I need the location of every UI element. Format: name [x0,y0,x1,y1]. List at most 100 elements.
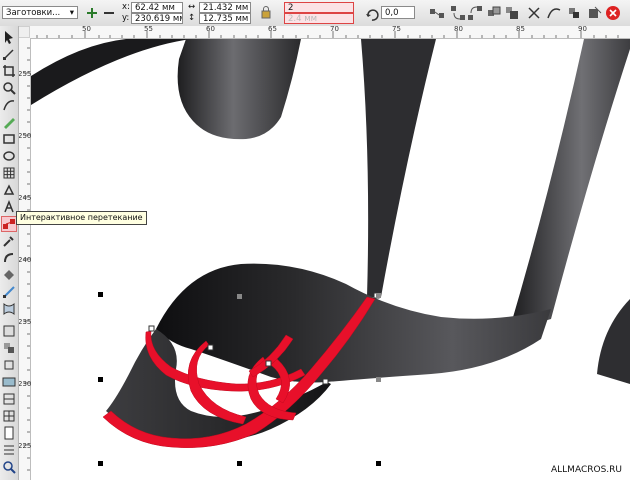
layout-tool-icon[interactable] [2,324,16,338]
interactive-blend-tool-icon[interactable] [1,216,17,232]
selection-handle[interactable] [237,294,242,299]
graph-paper-tool-icon[interactable] [2,166,16,180]
ruler-tick-label: 240 [18,256,32,264]
interactive-fill-tool-icon[interactable] [2,285,16,299]
artwork [31,39,630,466]
ribbon-top-loop [177,39,301,140]
height-icon: ↕ [188,13,196,23]
fill-tool-icon[interactable] [2,268,16,282]
ruler-tick-label: 90 [578,25,587,33]
object-acceleration-icon[interactable] [486,5,502,21]
selection-handle[interactable] [376,293,381,298]
height-value: 12.735 мм [203,14,249,24]
ribbon-far-right [509,39,630,331]
selection-handle[interactable] [98,461,103,466]
smart-fill-tool-icon[interactable] [2,115,16,129]
ruler-tick-label: 60 [206,25,215,33]
height-field[interactable]: 12.735 мм [199,13,251,24]
vertical-ruler[interactable]: 255 250 245 240 235 230 225 [18,38,31,480]
outline-tool-icon[interactable] [2,251,16,265]
y-position-field[interactable]: 230.619 мм [131,13,183,24]
basic-shapes-tool-icon[interactable] [2,183,16,197]
ruler-tick-label: 250 [18,132,32,140]
ruler-tick-label: 255 [18,70,32,78]
ruler-tick-label: 235 [18,318,32,326]
drawing-canvas[interactable] [31,39,630,480]
blend-offset-field[interactable]: 2.4 мм [284,13,354,24]
ruler-tick-label: 70 [330,25,339,33]
miscellaneous-options-icon[interactable] [526,5,542,21]
shape-tool-icon[interactable] [2,47,16,61]
selection-handle[interactable] [376,377,381,382]
arrange-tool-icon[interactable] [2,358,16,372]
lock-ratio-icon[interactable] [258,4,274,20]
rotate-icon[interactable] [364,6,380,22]
align-tool-icon[interactable] [2,341,16,355]
mesh-fill-tool-icon[interactable] [2,302,16,316]
center-marker-icon [235,375,243,383]
blend-node[interactable] [322,378,329,385]
ruler-tick-label: 225 [18,442,32,450]
remove-preset-button[interactable] [101,5,117,21]
blend-offset-value: 2.4 мм [288,14,318,24]
horizontal-ruler[interactable]: 50 55 60 65 70 75 80 85 90 [30,25,630,39]
x-position-field[interactable]: 62.42 мм [131,2,183,13]
crop-tool-icon[interactable] [2,64,16,78]
blend-node[interactable] [265,360,272,367]
blend-steps-value: 2 [288,3,294,13]
eyedropper-tool-icon[interactable] [2,234,16,248]
ruler-tick-label: 230 [18,380,32,388]
blend-node[interactable] [207,344,214,351]
page-tool-icon[interactable] [2,426,16,440]
properties-tool-icon[interactable] [2,443,16,457]
ruler-tick-label: 85 [516,25,525,33]
width-value: 21.432 мм [203,3,249,13]
clear-blend-icon[interactable] [587,5,603,21]
grid-tool-icon[interactable] [2,409,16,423]
color-blend-icon[interactable] [504,5,520,21]
ruler-tick-label: 65 [268,25,277,33]
zoom-tool-icon[interactable] [2,81,16,95]
ruler-origin[interactable] [18,26,30,38]
copy-blend-icon[interactable] [566,5,582,21]
toolbox [0,26,19,480]
property-bar: Заготовки... ▾ x: 62.42 мм y: 230.619 мм… [0,0,630,27]
width-icon: ↔ [188,2,196,12]
freehand-tool-icon[interactable] [2,98,16,112]
counterclockwise-blend-icon[interactable] [467,5,483,21]
blend-steps-field[interactable]: 2 [284,2,354,13]
ribbon-stroke-top-left [31,39,191,105]
preset-select-value: Заготовки... [6,8,61,18]
selection-handle[interactable] [98,377,103,382]
selection-handle[interactable] [237,461,242,466]
rectangle-tool-icon[interactable] [2,132,16,146]
view-tool-icon[interactable] [2,392,16,406]
selection-handle[interactable] [98,292,103,297]
x-position-value: 62.42 мм [135,3,175,13]
ruler-tick-label: 50 [82,25,91,33]
preset-select[interactable]: Заготовки... ▾ [2,6,78,19]
path-properties-icon[interactable] [546,5,562,21]
blend-node[interactable] [148,325,155,332]
ellipse-tool-icon[interactable] [2,149,16,163]
clockwise-blend-icon[interactable] [450,5,466,21]
ribbon-tall-right [361,39,436,297]
ruler-tick-label: 80 [454,25,463,33]
angle-field[interactable]: 0,0 [381,6,415,19]
ruler-tick-label: 75 [392,25,401,33]
y-position-value: 230.619 мм [135,14,183,24]
add-preset-button[interactable] [84,5,100,21]
y-label: y: [122,13,130,23]
tool-tooltip: Интерактивное перетекание [16,211,147,225]
pick-tool-icon[interactable] [2,30,16,44]
ruler-tick-label: 245 [18,194,32,202]
x-label: x: [122,2,130,12]
text-tool-icon[interactable] [2,200,16,214]
direct-blend-icon[interactable] [429,5,445,21]
window-tool-icon[interactable] [2,375,16,389]
width-field[interactable]: 21.432 мм [199,2,251,13]
watermark: ALLMACROS.RU [551,465,622,475]
clear-icon[interactable] [605,5,621,21]
selection-handle[interactable] [376,461,381,466]
zoom-out-icon[interactable] [2,460,16,474]
